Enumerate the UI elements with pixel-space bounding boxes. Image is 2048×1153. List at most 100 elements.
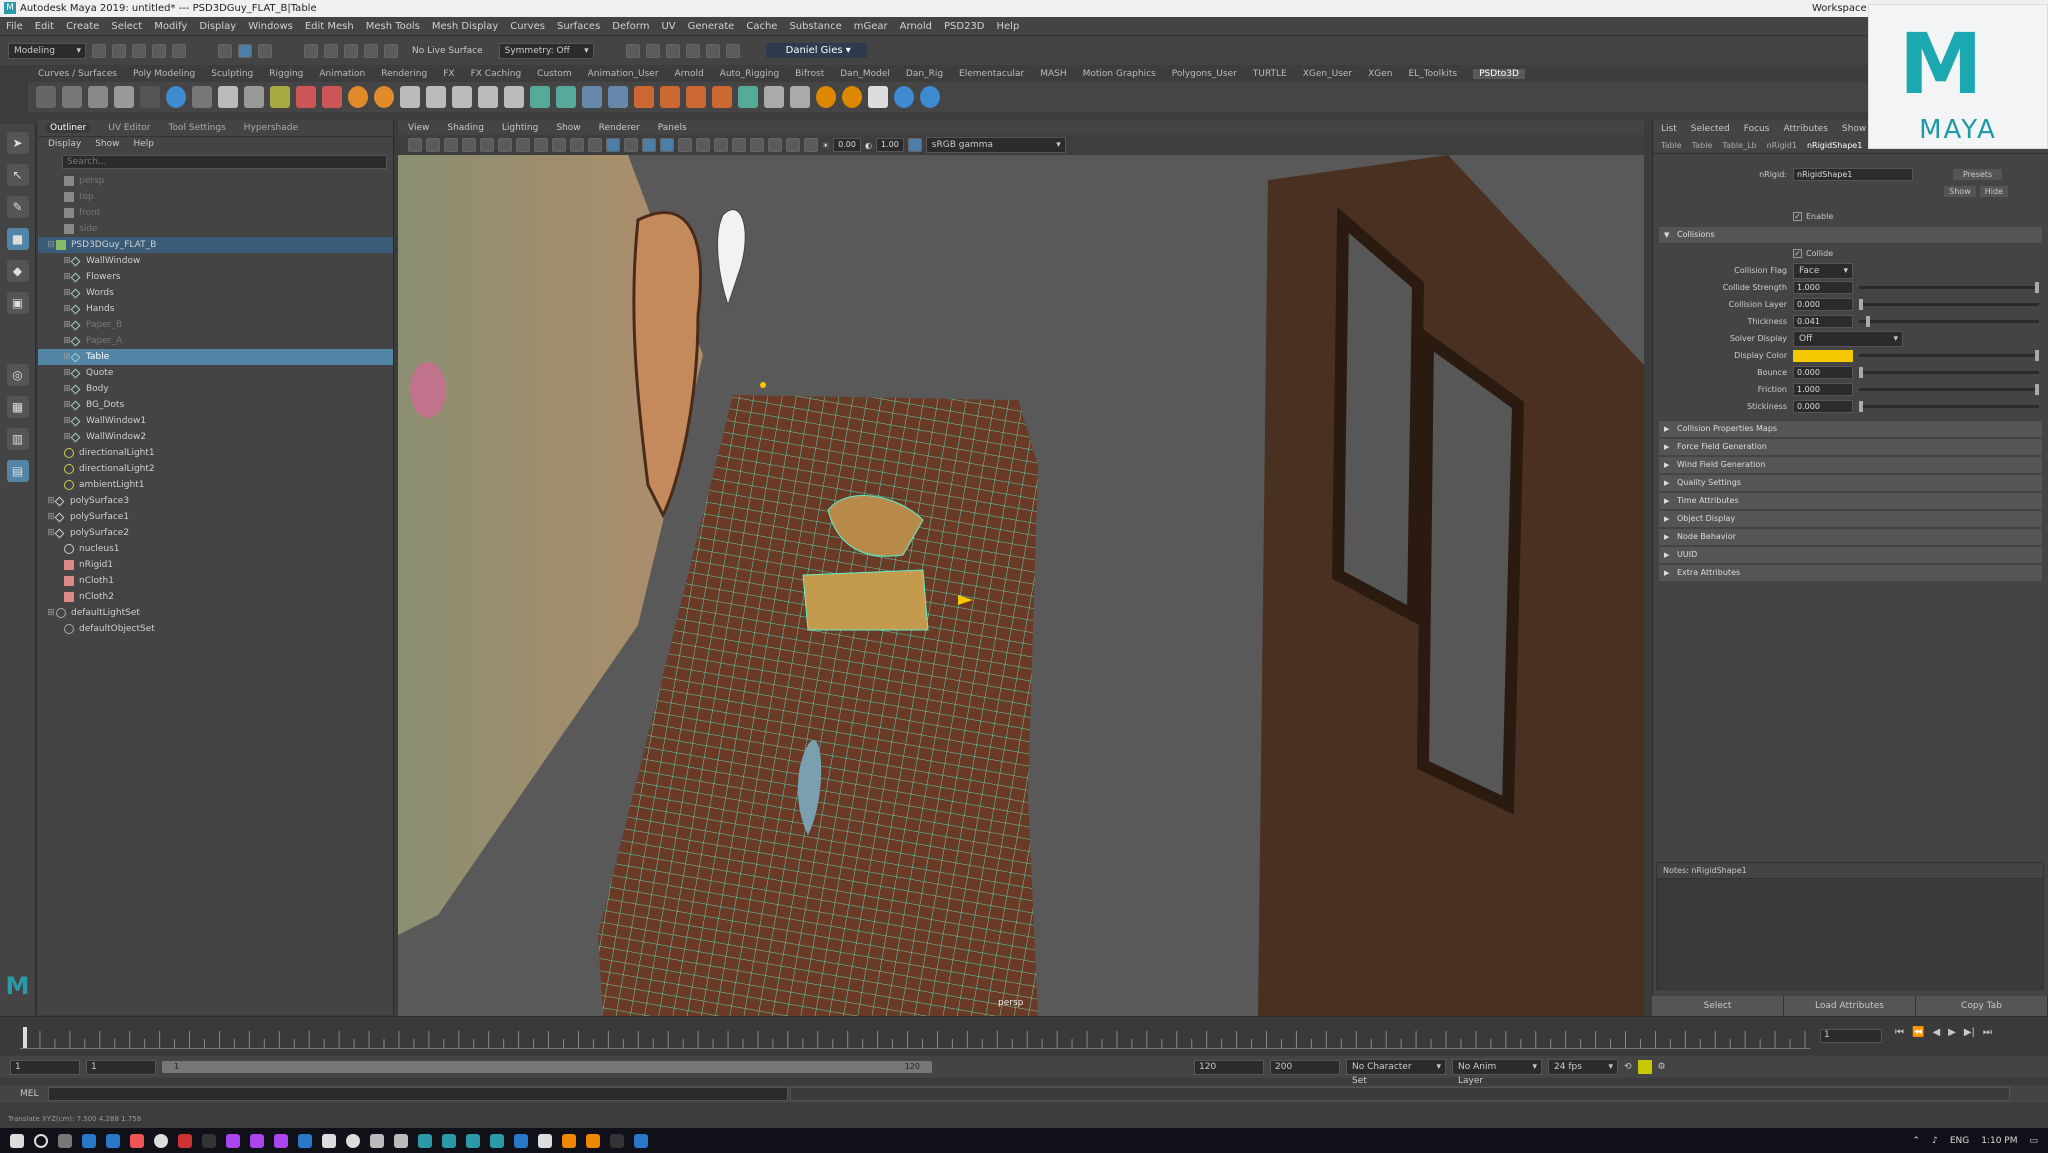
shadows-icon[interactable] (696, 138, 710, 152)
mel-input[interactable] (48, 1087, 789, 1101)
menu-display[interactable]: Display (199, 21, 236, 32)
attr-dropdown[interactable]: Face (1793, 262, 1853, 279)
shelf-tab[interactable]: Bifrost (795, 69, 824, 79)
outliner-item[interactable]: ⊞ Body (38, 381, 393, 397)
shelf-tool-icon[interactable] (114, 86, 134, 108)
shelf-tool-icon[interactable] (88, 86, 108, 108)
outliner-menu-item[interactable]: Display (48, 139, 81, 149)
ipr-render-icon[interactable] (645, 43, 660, 58)
bookmark-icon[interactable] (444, 138, 458, 152)
snap-surface-icon[interactable] (384, 43, 398, 58)
menu-surfaces[interactable]: Surfaces (557, 21, 600, 32)
wireframe-icon[interactable] (588, 138, 602, 152)
psd-import-icon[interactable] (36, 86, 56, 108)
menu-substance[interactable]: Substance (789, 21, 841, 32)
clock-label[interactable]: 1:10 PM (1981, 1136, 2017, 1146)
select-button[interactable]: Select (1652, 996, 1784, 1016)
shelf-tab[interactable]: Sculpting (211, 69, 253, 79)
range-start-field[interactable]: 1 (86, 1059, 156, 1075)
search-icon[interactable] (34, 1133, 48, 1148)
menu-deform[interactable]: Deform (612, 21, 649, 32)
outliner-item[interactable]: nucleus1 (38, 541, 393, 557)
taskbar-app-icon[interactable] (82, 1133, 96, 1148)
time-slider[interactable]: 1 ⏮ ⏪ ◀ ▶ ▶| ⏭ (0, 1016, 2048, 1054)
menu-create[interactable]: Create (66, 21, 99, 32)
colorspace-dropdown[interactable]: sRGB gamma (925, 137, 1066, 153)
pause-icon[interactable] (725, 43, 740, 58)
menu-arnold[interactable]: Arnold (900, 21, 932, 32)
safe-action-icon[interactable] (570, 138, 584, 152)
shelf-tab[interactable]: Dan_Model (840, 69, 890, 79)
outliner-item[interactable]: ⊞ defaultLightSet (38, 605, 393, 621)
select-tool-icon[interactable]: ➤ (6, 132, 29, 154)
shelf-tab[interactable]: PSDto3D (1473, 69, 1525, 79)
shelf-tool-icon[interactable] (192, 86, 212, 108)
outliner-item[interactable]: defaultObjectSet (38, 621, 393, 637)
viewport-menu-renderer[interactable]: Renderer (599, 123, 640, 133)
scale-tool-icon[interactable]: ▣ (6, 292, 29, 314)
menu-generate[interactable]: Generate (688, 21, 735, 32)
outliner-item[interactable]: ⊞ WallWindow2 (38, 429, 393, 445)
taskbar-app-icon[interactable] (130, 1133, 144, 1148)
select-component-icon[interactable] (258, 43, 272, 58)
undo-icon[interactable] (152, 43, 166, 58)
menu-edit-mesh[interactable]: Edit Mesh (305, 21, 354, 32)
attr-slider[interactable] (1859, 401, 2039, 412)
xray-icon[interactable] (786, 138, 800, 152)
outliner-item[interactable]: nCloth2 (38, 589, 393, 605)
exposure-field[interactable]: 0.00 (833, 138, 861, 152)
shelf-tab[interactable]: Rigging (269, 69, 303, 79)
select-object-icon[interactable] (238, 43, 252, 58)
outliner-item[interactable]: ⊞ Quote (38, 365, 393, 381)
viewport-menu-panels[interactable]: Panels (658, 123, 687, 133)
outliner-item[interactable]: top (38, 189, 393, 205)
play-icon[interactable]: ▶ (1948, 1027, 1956, 1038)
anti-aliasing-icon[interactable] (750, 138, 764, 152)
task-view-icon[interactable] (58, 1133, 72, 1148)
motion-blur-icon[interactable] (732, 138, 746, 152)
language-label[interactable]: ENG (1950, 1136, 1969, 1146)
range-bar[interactable]: 1 120 (162, 1061, 932, 1073)
expand-toggle-icon[interactable]: ⊟ (46, 237, 56, 253)
node-name-field[interactable]: nRigidShape1 (1793, 168, 1913, 181)
film-gate-icon[interactable] (498, 138, 512, 152)
taskbar-app-icon[interactable] (346, 1133, 360, 1148)
collide-checkbox[interactable]: ✓ (1793, 249, 1802, 258)
section-object-display[interactable]: Object Display (1659, 511, 2042, 527)
shelf-tool-icon[interactable] (868, 86, 888, 108)
outliner-menu-item[interactable]: Help (133, 139, 154, 149)
shelf-tool-icon[interactable] (140, 86, 160, 108)
taskbar-app-icon[interactable] (394, 1133, 408, 1148)
grid-icon[interactable] (480, 138, 494, 152)
start-icon[interactable] (10, 1133, 24, 1148)
taskbar-app-icon[interactable] (274, 1133, 288, 1148)
shelf-tab[interactable]: Animation (319, 69, 365, 79)
anim-layer-dropdown[interactable]: No Anim Layer (1452, 1059, 1542, 1086)
attr-menu-item[interactable]: Show (1842, 124, 1866, 134)
menu-modify[interactable]: Modify (154, 21, 187, 32)
move-tool-icon[interactable]: ■ (6, 228, 29, 250)
attr-node-tab[interactable]: nRigid1 (1767, 141, 1797, 150)
outliner-item[interactable]: persp (38, 173, 393, 189)
outliner-item[interactable]: ambientLight1 (38, 477, 393, 493)
user-account-button[interactable]: Daniel Gies ▾ (765, 43, 867, 58)
attr-node-tab[interactable]: Table_Lb (1722, 141, 1756, 150)
color-management-icon[interactable] (907, 138, 922, 152)
notes-area[interactable]: Notes: nRigidShape1 (1656, 862, 2044, 990)
shelf-tool-icon[interactable] (842, 86, 862, 108)
select-hierarchy-icon[interactable] (218, 43, 232, 58)
shelf-tool-icon[interactable] (686, 86, 706, 108)
outliner-item[interactable]: ⊞ Hands (38, 301, 393, 317)
maya-taskbar-icon[interactable] (466, 1133, 480, 1148)
shelf-tool-icon[interactable] (608, 86, 628, 108)
shelf-tool-icon[interactable] (816, 86, 836, 108)
shelf-tab[interactable]: FX (443, 69, 454, 79)
attr-menu-item[interactable]: Focus (1744, 124, 1770, 134)
camera-select-icon[interactable] (408, 138, 422, 152)
menu-mesh-tools[interactable]: Mesh Tools (366, 21, 420, 32)
expand-toggle-icon[interactable]: ⊞ (46, 605, 56, 621)
paint-select-icon[interactable]: ✎ (6, 196, 29, 218)
mode-dropdown[interactable]: Modeling (8, 42, 86, 59)
lasso-tool-icon[interactable]: ↖ (6, 164, 29, 186)
range-end-field[interactable]: 120 (1194, 1059, 1264, 1075)
